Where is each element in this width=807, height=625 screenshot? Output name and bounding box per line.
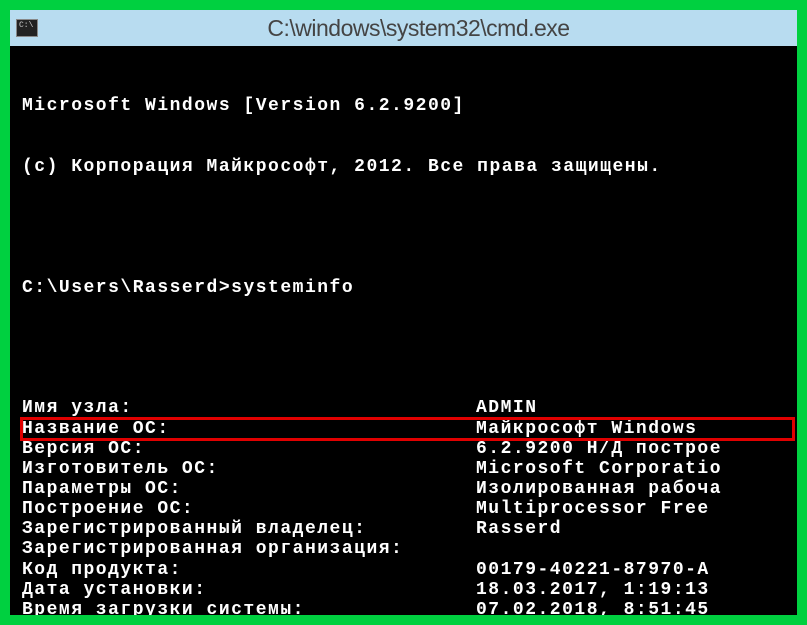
info-label: Изготовитель ОС: xyxy=(22,459,476,479)
prompt-path: C:\Users\Rasserd> xyxy=(22,278,231,298)
info-label: Время загрузки системы: xyxy=(22,600,476,615)
titlebar[interactable]: C:\windows\system32\cmd.exe xyxy=(10,10,797,46)
info-label: Дата установки: xyxy=(22,580,476,600)
window-title: C:\windows\system32\cmd.exe xyxy=(46,15,791,42)
info-label: Версия ОС: xyxy=(22,439,476,459)
info-label: Имя узла: xyxy=(22,398,476,418)
info-value: Изолированная рабоча xyxy=(476,479,722,499)
header-line-1: Microsoft Windows [Version 6.2.9200] xyxy=(22,96,793,116)
info-row: Параметры ОС:Изолированная рабоча xyxy=(22,479,793,499)
info-value: ADMIN xyxy=(476,398,538,418)
info-row: Версия ОС:6.2.9200 Н/Д построе xyxy=(22,439,793,459)
cmd-icon xyxy=(16,19,38,37)
info-value: Microsoft Corporatio xyxy=(476,459,722,479)
info-row: Название ОС:Майкрософт Windows xyxy=(22,419,793,439)
info-row: Зарегистрированная организация: xyxy=(22,539,793,559)
header-line-2: (c) Корпорация Майкрософт, 2012. Все пра… xyxy=(22,157,793,177)
info-row: Построение ОС:Multiprocessor Free xyxy=(22,499,793,519)
info-value: Майкрософт Windows xyxy=(476,419,697,439)
info-row: Время загрузки системы:07.02.2018, 8:51:… xyxy=(22,600,793,615)
info-value: 6.2.9200 Н/Д построе xyxy=(476,439,722,459)
info-row: Код продукта:00179-40221-87970-A xyxy=(22,560,793,580)
info-label: Параметры ОС: xyxy=(22,479,476,499)
info-label: Зарегистрированный владелец: xyxy=(22,519,476,539)
info-label: Код продукта: xyxy=(22,560,476,580)
info-label: Построение ОС: xyxy=(22,499,476,519)
info-value: 00179-40221-87970-A xyxy=(476,560,710,580)
terminal-output[interactable]: Microsoft Windows [Version 6.2.9200] (c)… xyxy=(10,46,797,615)
window-frame: C:\windows\system32\cmd.exe Microsoft Wi… xyxy=(0,0,807,625)
info-value: Rasserd xyxy=(476,519,562,539)
info-value: 07.02.2018, 8:51:45 xyxy=(476,600,710,615)
prompt-line: C:\Users\Rasserd>systeminfo xyxy=(22,278,793,298)
info-value: 18.03.2017, 1:19:13 xyxy=(476,580,710,600)
info-row: Дата установки:18.03.2017, 1:19:13 xyxy=(22,580,793,600)
info-label: Зарегистрированная организация: xyxy=(22,539,476,559)
info-label: Название ОС: xyxy=(22,419,476,439)
prompt-command: systeminfo xyxy=(231,278,354,298)
info-row: Зарегистрированный владелец:Rasserd xyxy=(22,519,793,539)
info-value: Multiprocessor Free xyxy=(476,499,710,519)
info-row: Имя узла:ADMIN xyxy=(22,398,793,418)
info-row: Изготовитель ОС:Microsoft Corporatio xyxy=(22,459,793,479)
